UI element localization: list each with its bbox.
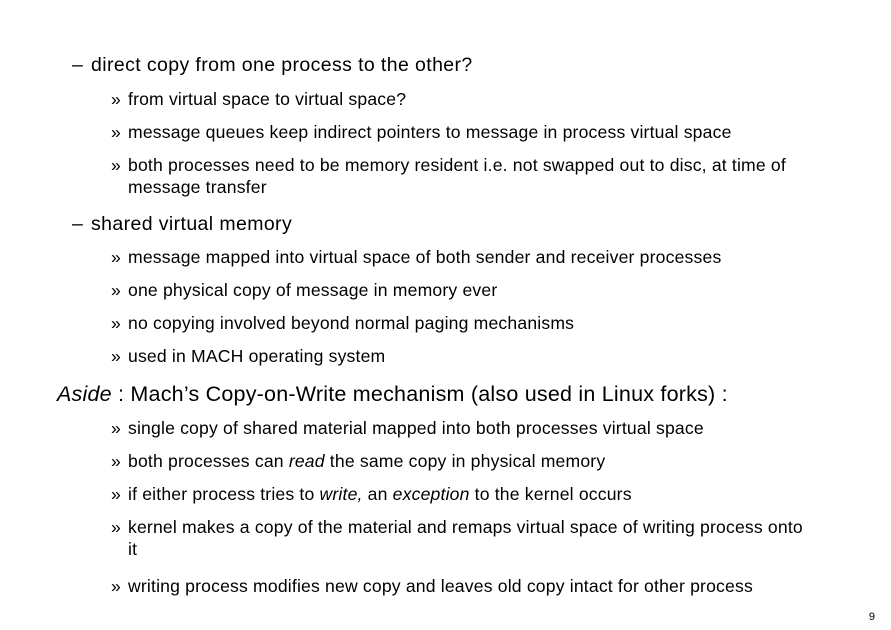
bullet-level2: » single copy of shared material mapped i…	[0, 417, 891, 439]
bullet-text-segment-italic: read	[288, 451, 325, 471]
bullet-text-segment: to the kernel occurs	[469, 484, 632, 504]
en-dash-bullet-icon: –	[72, 54, 84, 76]
guillemet-bullet-icon: »	[111, 346, 121, 366]
en-dash-bullet-icon: –	[72, 213, 84, 235]
bullet-text: message queues keep indirect pointers to…	[128, 122, 732, 142]
guillemet-bullet-icon: »	[111, 517, 121, 537]
guillemet-bullet-icon: »	[111, 313, 121, 333]
guillemet-bullet-icon: »	[111, 280, 121, 300]
bullet-level2: » no copying involved beyond normal pagin…	[0, 312, 891, 334]
aside-heading: Aside : Mach’s Copy-on-Write mechanism (…	[0, 382, 891, 407]
aside-heading-text: : Mach’s Copy-on-Write mechanism (also u…	[111, 382, 728, 406]
bullet-level2: » kernel makes a copy of the material and…	[0, 516, 810, 560]
guillemet-bullet-icon: »	[111, 484, 121, 504]
bullet-level2: » from virtual space to virtual space?	[0, 88, 891, 110]
aside-emphasis-word: Aside	[57, 382, 112, 406]
bullet-text: single copy of shared material mapped in…	[128, 418, 704, 438]
bullet-text-segment-italic: write,	[319, 484, 363, 504]
guillemet-bullet-icon: »	[111, 451, 121, 471]
bullet-level2: » message mapped into virtual space of bo…	[0, 246, 891, 268]
guillemet-bullet-icon: »	[111, 89, 121, 109]
bullet-level2: » writing process modifies new copy and l…	[0, 575, 891, 597]
bullet-text: kernel makes a copy of the material and …	[128, 517, 808, 559]
bullet-text: shared virtual memory	[91, 213, 293, 235]
bullet-level1: – direct copy from one process to the oth…	[0, 54, 891, 77]
bullet-text: direct copy from one process to the othe…	[91, 54, 473, 76]
guillemet-bullet-icon: »	[111, 122, 121, 142]
bullet-level2: » message queues keep indirect pointers t…	[0, 121, 891, 143]
bullet-text-segment: an	[362, 484, 393, 504]
bullet-text-segment: the same copy in physical memory	[324, 451, 606, 471]
bullet-level2: » both processes can read the same copy i…	[0, 450, 891, 472]
bullet-text: message mapped into virtual space of bot…	[128, 247, 722, 267]
bullet-text-segment: if either process tries to	[128, 484, 320, 504]
bullet-text: no copying involved beyond normal paging…	[128, 313, 575, 333]
bullet-text: writing process modifies new copy and le…	[128, 576, 753, 596]
guillemet-bullet-icon: »	[111, 418, 121, 438]
bullet-level1: – shared virtual memory	[0, 213, 891, 236]
bullet-level2: » if either process tries to write, an ex…	[0, 483, 891, 505]
guillemet-bullet-icon: »	[111, 155, 121, 175]
bullet-text: one physical copy of message in memory e…	[128, 280, 498, 300]
bullet-text: from virtual space to virtual space?	[128, 89, 407, 109]
guillemet-bullet-icon: »	[111, 247, 121, 267]
bullet-text-segment: both processes can	[128, 451, 289, 471]
bullet-level2: » used in MACH operating system	[0, 345, 891, 367]
bullet-text: both processes need to be memory residen…	[128, 155, 792, 197]
bullet-text-segment-italic: exception	[392, 484, 470, 504]
bullet-level2: » one physical copy of message in memory …	[0, 279, 891, 301]
slide-canvas: – direct copy from one process to the oth…	[0, 0, 891, 630]
guillemet-bullet-icon: »	[111, 576, 121, 596]
bullet-level2: » both processes need to be memory reside…	[0, 154, 845, 198]
bullet-text: used in MACH operating system	[128, 346, 386, 366]
page-number: 9	[868, 611, 875, 623]
